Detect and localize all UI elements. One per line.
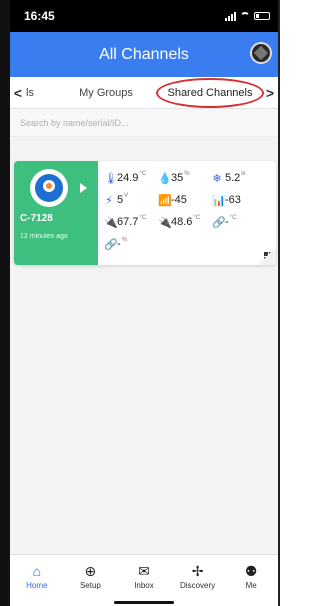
tab-shared-channels[interactable]: Shared Channels <box>156 77 264 108</box>
metric-signal: 📊 -63 <box>212 194 241 207</box>
status-time: 16:45 <box>24 9 55 23</box>
probe-icon: 🔌 <box>158 216 172 229</box>
wifi-icon <box>240 12 250 20</box>
droplet-icon: 💧 <box>158 172 172 185</box>
card-corner <box>258 247 276 265</box>
person-icon: ⚉ <box>244 563 258 579</box>
metric-temperature: 🌡 24.9 °C <box>104 171 147 185</box>
metric-voltage: ⚡ 5 V <box>105 193 129 207</box>
metric-ext-humidity: 🔗 -% <box>104 237 128 251</box>
nav-me-label: Me <box>245 581 257 590</box>
nav-discovery[interactable]: ✢ Discovery <box>174 563 222 590</box>
home-indicator <box>114 601 174 604</box>
page-title: All Channels <box>99 45 189 63</box>
device-frame-left <box>0 0 10 606</box>
play-icon[interactable] <box>80 183 87 193</box>
channel-card[interactable]: C-7128 12 minutes ago 🌡 24.9 °C 💧 35% ❄ 5.2 l… <box>14 161 276 265</box>
metric-probe-2: 🔌 48.6 °C <box>158 215 201 229</box>
connector-icon: 🔗 <box>104 238 118 251</box>
wifi-icon: 📶 <box>158 194 172 207</box>
metric-humidity: 💧 35% <box>158 171 190 185</box>
signal-bars-icon: 📊 <box>212 194 226 207</box>
device-frame-right <box>278 0 280 606</box>
tabs-scroll-right-icon[interactable]: > <box>262 85 278 101</box>
highlight-circle <box>156 77 264 108</box>
nav-home[interactable]: ⌂ Home <box>13 563 61 590</box>
home-icon: ⌂ <box>32 563 42 579</box>
fan-icon: ✢ <box>191 563 204 579</box>
status-icons <box>225 11 270 21</box>
metric-light: ❄ 5.2 lx <box>212 171 246 185</box>
channel-updated-time: 12 minutes ago <box>20 233 68 240</box>
metric-probe-1: 🔌 67.7 °C <box>104 215 147 229</box>
bolt-icon: ⚡ <box>105 194 113 207</box>
bottom-nav: ⌂ Home ⊕ Setup ✉ Inbox ✢ Discovery ⚉ Me <box>10 554 278 606</box>
snowflake-icon: ❄ <box>212 172 222 185</box>
mail-icon: ✉ <box>138 563 150 579</box>
cellular-signal-icon <box>225 11 236 21</box>
channel-logo-icon <box>30 169 68 207</box>
tab-my-groups[interactable]: My Groups <box>54 87 158 99</box>
nav-setup[interactable]: ⊕ Setup <box>66 563 114 590</box>
nav-discovery-label: Discovery <box>180 581 216 590</box>
search-input[interactable]: Search by name/serial/ID... <box>10 109 278 137</box>
metric-ext-temp: 🔗 - °C <box>212 215 237 229</box>
search-placeholder: Search by name/serial/ID... <box>20 117 129 128</box>
plus-circle-icon: ⊕ <box>84 563 97 579</box>
connector-icon: 🔗 <box>212 216 226 229</box>
tab-channels[interactable]: ls <box>26 87 54 99</box>
nav-inbox-label: Inbox <box>134 581 154 590</box>
battery-icon <box>254 12 270 20</box>
channel-card-header: C-7128 12 minutes ago <box>14 161 98 265</box>
tab-bar: < ls My Groups Shared Channels > <box>10 77 278 109</box>
nav-home-label: Home <box>26 581 48 590</box>
status-bar: 16:45 <box>10 0 278 32</box>
tabs-scroll-left-icon[interactable]: < <box>10 85 26 101</box>
probe-icon: 🔌 <box>104 216 118 229</box>
app-header: All Channels <box>10 32 278 77</box>
nav-inbox[interactable]: ✉ Inbox <box>120 563 168 590</box>
nav-setup-label: Setup <box>79 581 101 590</box>
channel-metrics: 🌡 24.9 °C 💧 35% ❄ 5.2 lx ⚡ 5 V 📶 -45 📊 -63 🔌 67.7 °… <box>98 161 276 265</box>
avatar[interactable] <box>250 42 272 64</box>
nav-me[interactable]: ⚉ Me <box>227 563 275 590</box>
channel-name: C-7128 <box>20 213 53 224</box>
thermometer-icon: 🌡 <box>104 172 118 185</box>
metric-wifi-rssi: 📶 -45 <box>158 194 187 207</box>
phone-screen: 16:45 All Channels < ls My Groups Shared… <box>10 0 278 606</box>
